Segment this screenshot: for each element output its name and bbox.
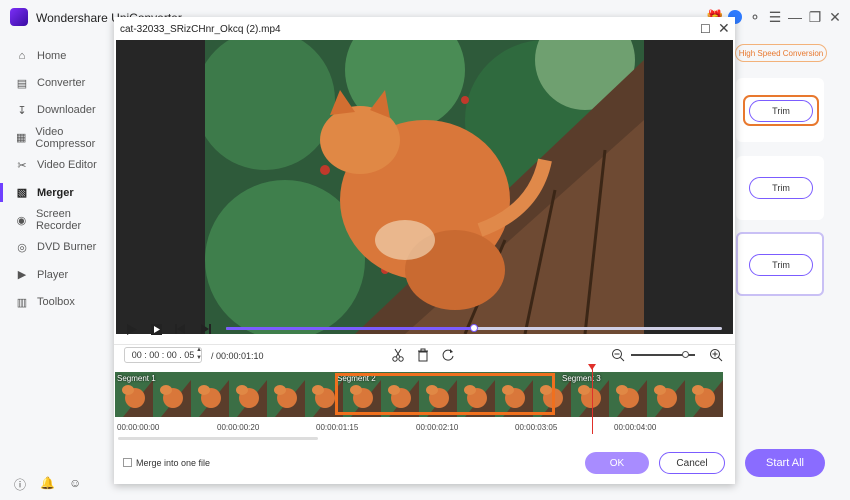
sidebar-item-label: Screen Recorder <box>35 208 82 233</box>
sidebar-item-merger[interactable]: ▧ Merger <box>0 179 112 206</box>
restore-icon[interactable]: ❐ <box>806 8 824 26</box>
app-logo <box>10 8 28 26</box>
dvd-icon: ◎ <box>17 241 27 254</box>
support-icon[interactable]: ⚬ <box>746 8 764 26</box>
sidebar-item-label: Player <box>37 268 69 281</box>
converter-icon: ▤ <box>16 77 28 90</box>
player-controls <box>114 317 735 341</box>
player-icon: ▶ <box>17 269 27 282</box>
previous-frame-icon[interactable] <box>174 323 186 335</box>
sidebar-item-label: Merger <box>37 186 74 199</box>
cancel-button[interactable]: Cancel <box>659 452 725 474</box>
maximize-icon[interactable]: ☐ <box>700 22 711 36</box>
duration-label: / 00:00:01:10 <box>211 351 264 361</box>
trim-toolbar: 00 : 00 : 00 . 05 ▲ ▼ / 00:00:01:10 <box>114 344 735 364</box>
timeline-thumbnail <box>609 372 647 417</box>
timeline-thumbnail <box>153 372 191 417</box>
ruler-label: 00:00:04:00 <box>614 423 657 432</box>
zoom-knob[interactable] <box>682 351 690 358</box>
menu-icon[interactable]: ☰ <box>766 8 784 26</box>
current-time-input[interactable]: 00 : 00 : 00 . 05 <box>124 347 202 363</box>
cat-video-frame <box>205 40 644 334</box>
sidebar-item-downloader[interactable]: ↧ Downloader <box>0 97 112 124</box>
dialog-title: cat-32033_SRizCHnr_Okcq (2).mp4 <box>120 24 281 35</box>
sidebar-item-label: Toolbox <box>37 296 75 309</box>
sidebar-item-dvd-burner[interactable]: ◎ DVD Burner <box>0 234 112 261</box>
frame-play-icon[interactable] <box>150 323 162 335</box>
sidebar-item-label: Home <box>37 49 67 62</box>
timeline-thumbnail <box>685 372 723 417</box>
progress-bar[interactable] <box>226 324 722 332</box>
progress-knob[interactable] <box>470 324 478 332</box>
delete-icon[interactable] <box>416 348 430 362</box>
video-preview[interactable] <box>116 40 733 334</box>
timeline-thumbnail <box>191 372 229 417</box>
sidebar-footer: ⓘ 🔔 ☺ <box>14 476 81 493</box>
sidebar-item-label: Video Compressor <box>35 125 96 150</box>
ruler-label: 00:00:00:00 <box>117 423 160 432</box>
notification-bell-icon[interactable]: 🔔 <box>40 476 55 493</box>
trim-button[interactable]: Trim <box>749 100 813 122</box>
timeline-thumbnail <box>229 372 267 417</box>
trim-button[interactable]: Trim <box>749 254 813 276</box>
refresh-icon[interactable] <box>441 348 455 362</box>
downloader-icon: ↧ <box>17 104 27 117</box>
ruler-label: 00:00:00:20 <box>217 423 260 432</box>
progress-fill <box>226 327 474 330</box>
zoom-out-icon[interactable] <box>611 348 625 362</box>
sidebar-item-label: Converter <box>37 77 86 90</box>
trim-button[interactable]: Trim <box>749 177 813 199</box>
ruler-label: 00:00:02:10 <box>416 423 459 432</box>
zoom-in-icon[interactable] <box>709 348 723 362</box>
sidebar-item-video-compressor[interactable]: ▦ Video Compressor <box>0 124 112 151</box>
trim-dialog: cat-32033_SRizCHnr_Okcq (2).mp4 ☐ ✕ 00:… <box>114 17 735 484</box>
sidebar: ⌂ Home ▤ Converter ↧ Downloader ▦ Video Comp… <box>0 42 112 316</box>
sidebar-item-label: Downloader <box>37 104 96 117</box>
timeline-thumbnail <box>267 372 305 417</box>
merge-label: Merge into one file <box>136 458 211 468</box>
sidebar-item-converter[interactable]: ▤ Converter <box>0 69 112 96</box>
cut-icon[interactable] <box>391 348 405 362</box>
feedback-icon[interactable]: ☺ <box>69 476 81 493</box>
timeline-ruler: 00:00:00:00 00:00:00:20 00:00:01:15 00:0… <box>114 417 735 433</box>
ruler-label: 00:00:01:15 <box>316 423 359 432</box>
timeline-scrollbar[interactable] <box>118 437 318 440</box>
home-icon: ⌂ <box>18 49 26 62</box>
help-icon[interactable]: ⓘ <box>14 476 26 493</box>
segment-label: Segment 3 <box>562 374 601 383</box>
sidebar-item-home[interactable]: ⌂ Home <box>0 42 112 69</box>
close-icon[interactable]: ✕ <box>718 20 730 37</box>
ruler-label: 00:00:03:05 <box>515 423 558 432</box>
scissors-icon: ✂ <box>17 159 27 172</box>
merge-checkbox[interactable] <box>123 458 132 467</box>
high-speed-conversion-toggle[interactable]: High Speed Conversion <box>735 44 827 62</box>
timeline-thumbnail <box>647 372 685 417</box>
sidebar-item-player[interactable]: ▶ Player <box>0 261 112 288</box>
segment-label: Segment 1 <box>117 374 156 383</box>
sidebar-item-video-editor[interactable]: ✂ Video Editor <box>0 152 112 179</box>
toolbox-icon: ▥ <box>16 296 28 309</box>
zoom-slider[interactable] <box>631 351 695 358</box>
time-stepper[interactable]: ▲ ▼ <box>196 346 202 362</box>
recorder-icon: ◉ <box>16 214 27 227</box>
video-frame <box>205 40 644 334</box>
ok-button[interactable]: OK <box>585 452 649 474</box>
next-frame-icon[interactable] <box>200 323 212 335</box>
selected-segment[interactable] <box>335 373 555 415</box>
sidebar-item-label: Video Editor <box>37 159 97 172</box>
minimize-icon[interactable]: — <box>786 8 804 26</box>
close-icon[interactable]: ✕ <box>826 8 844 26</box>
compressor-icon: ▦ <box>16 132 27 145</box>
sidebar-item-label: DVD Burner <box>37 241 97 254</box>
sidebar-item-screen-recorder[interactable]: ◉ Screen Recorder <box>0 206 112 233</box>
play-icon[interactable] <box>126 323 138 335</box>
merger-icon: ▧ <box>16 187 28 200</box>
timeline-strip[interactable]: Segment 1 Segment 2 Segment 3 <box>115 372 726 417</box>
sidebar-item-toolbox[interactable]: ▥ Toolbox <box>0 289 112 316</box>
start-all-button[interactable]: Start All <box>745 449 825 477</box>
